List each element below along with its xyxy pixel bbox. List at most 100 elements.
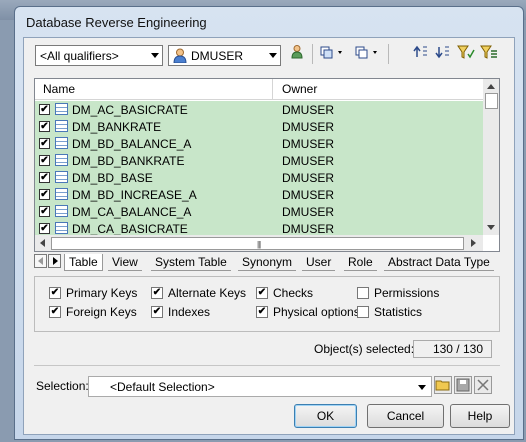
select-all-button[interactable] — [320, 44, 346, 64]
table-row[interactable]: ✔ DM_BD_INCREASE_A DMUSER — [35, 186, 483, 203]
user-icon — [173, 48, 187, 63]
ok-button[interactable]: OK — [294, 404, 357, 428]
scroll-thumb[interactable]: ||| — [51, 237, 464, 250]
tab-view[interactable]: View — [108, 254, 142, 271]
deselect-all-icon — [355, 46, 377, 59]
checkbox-label: Primary Keys — [66, 286, 138, 300]
chevron-down-icon — [151, 53, 159, 58]
deselect-all-button[interactable] — [355, 44, 381, 64]
row-name: DM_BD_BASE — [72, 171, 153, 185]
column-header-name[interactable]: Name — [43, 82, 75, 96]
scroll-up-arrow-icon[interactable] — [487, 84, 495, 89]
filter-button[interactable] — [457, 44, 475, 64]
reverse-engineering-dialog: Database Reverse Engineering <All qualif… — [14, 6, 524, 440]
cancel-button[interactable]: Cancel — [367, 404, 444, 428]
row-owner: DMUSER — [282, 137, 335, 151]
row-checkbox[interactable]: ✔ — [39, 155, 50, 166]
grip-icon: ||| — [257, 240, 261, 249]
row-name: DM_CA_BASICRATE — [72, 222, 188, 236]
tab-user[interactable]: User — [302, 254, 336, 271]
qualifier-value: <All qualifiers> — [40, 49, 119, 63]
scroll-left-arrow-icon[interactable] — [40, 239, 45, 247]
right-arrow-icon — [53, 257, 58, 265]
table-row[interactable]: ✔ DM_BANKRATE DMUSER — [35, 118, 483, 135]
chevron-down-icon — [269, 53, 277, 58]
title-bar[interactable]: Database Reverse Engineering — [15, 7, 523, 35]
clear-filter-button[interactable] — [480, 44, 498, 64]
checkbox-box[interactable]: ✔ — [49, 306, 61, 318]
object-list[interactable]: Name Owner ✔ DM_AC_BASICRATE DMUSER ✔ DM_BAN… — [34, 78, 500, 252]
objects-selected-count: 130 / 130 — [413, 340, 492, 358]
select-user-button[interactable] — [288, 44, 306, 64]
row-checkbox[interactable]: ✔ — [39, 189, 50, 200]
checkbox-box[interactable]: ✔ — [49, 287, 61, 299]
save-icon — [456, 378, 470, 392]
row-owner: DMUSER — [282, 205, 335, 219]
delete-selection-button[interactable] — [474, 376, 492, 394]
row-name: DM_BD_BALANCE_A — [72, 137, 192, 151]
table-row[interactable]: ✔ DM_BD_BALANCE_A DMUSER — [35, 135, 483, 152]
move-down-button[interactable] — [435, 44, 451, 64]
checkbox-label: Indexes — [168, 305, 211, 319]
row-owner: DMUSER — [282, 222, 335, 236]
selection-value: <Default Selection> — [110, 380, 215, 394]
tab-role[interactable]: Role — [344, 254, 377, 271]
checkbox-label: Permissions — [374, 286, 440, 300]
row-name: DM_AC_BASICRATE — [72, 103, 188, 117]
toolbar-separator — [388, 44, 389, 64]
column-header-owner[interactable]: Owner — [282, 82, 317, 96]
row-owner: DMUSER — [282, 171, 335, 185]
tab-abstract-data-type[interactable]: Abstract Data Type — [384, 254, 494, 271]
row-owner: DMUSER — [282, 120, 335, 134]
help-button[interactable]: Help — [450, 404, 510, 428]
checkbox-box[interactable] — [357, 306, 369, 318]
table-row[interactable]: ✔ DM_BD_BANKRATE DMUSER — [35, 152, 483, 169]
tab-scroll-left[interactable] — [34, 254, 47, 268]
owner-value: DMUSER — [191, 49, 244, 63]
tab-synonym[interactable]: Synonym — [238, 254, 297, 271]
tab-table[interactable]: Table — [64, 254, 103, 271]
select-user-icon — [291, 45, 303, 59]
selection-dropdown[interactable]: <Default Selection> — [88, 376, 432, 397]
row-checkbox[interactable]: ✔ — [39, 121, 50, 132]
scroll-right-arrow-icon[interactable] — [471, 239, 476, 247]
dialog-title: Database Reverse Engineering — [26, 15, 207, 30]
save-selection-button[interactable] — [454, 376, 472, 394]
row-owner: DMUSER — [282, 103, 335, 117]
row-name: DM_BD_INCREASE_A — [72, 188, 197, 202]
table-icon — [55, 137, 68, 149]
checkbox-box[interactable]: ✔ — [256, 287, 268, 299]
qualifier-dropdown[interactable]: <All qualifiers> — [35, 45, 163, 66]
checkbox-box[interactable]: ✔ — [151, 287, 163, 299]
table-row[interactable]: ✔ DM_AC_BASICRATE DMUSER — [35, 101, 483, 118]
move-down-icon — [435, 46, 449, 59]
table-row[interactable]: ✔ DM_BD_BASE DMUSER — [35, 169, 483, 186]
checkbox-box[interactable]: ✔ — [151, 306, 163, 318]
row-checkbox[interactable]: ✔ — [39, 223, 50, 234]
list-header: Name Owner — [35, 79, 483, 100]
table-icon — [55, 188, 68, 200]
row-owner: DMUSER — [282, 188, 335, 202]
row-checkbox[interactable]: ✔ — [39, 138, 50, 149]
tab-scroll-right[interactable] — [48, 254, 61, 268]
column-divider[interactable] — [272, 79, 273, 99]
row-checkbox[interactable]: ✔ — [39, 172, 50, 183]
table-icon — [55, 103, 68, 115]
move-up-button[interactable] — [413, 44, 429, 64]
close-icon — [477, 379, 489, 391]
table-icon — [55, 222, 68, 234]
row-checkbox[interactable]: ✔ — [39, 104, 50, 115]
table-icon — [55, 205, 68, 217]
open-selection-button[interactable] — [434, 376, 452, 394]
tab-system-table[interactable]: System Table — [151, 254, 231, 271]
checkbox-box[interactable] — [357, 287, 369, 299]
vertical-scrollbar[interactable] — [483, 79, 499, 235]
table-row[interactable]: ✔ DM_CA_BALANCE_A DMUSER — [35, 203, 483, 220]
checkbox-label: Alternate Keys — [168, 286, 247, 300]
scroll-thumb[interactable] — [485, 93, 498, 109]
scroll-down-arrow-icon[interactable] — [487, 225, 495, 230]
horizontal-scrollbar[interactable]: ||| — [35, 235, 483, 251]
checkbox-box[interactable]: ✔ — [256, 306, 268, 318]
row-checkbox[interactable]: ✔ — [39, 206, 50, 217]
owner-dropdown[interactable]: DMUSER — [168, 45, 281, 66]
